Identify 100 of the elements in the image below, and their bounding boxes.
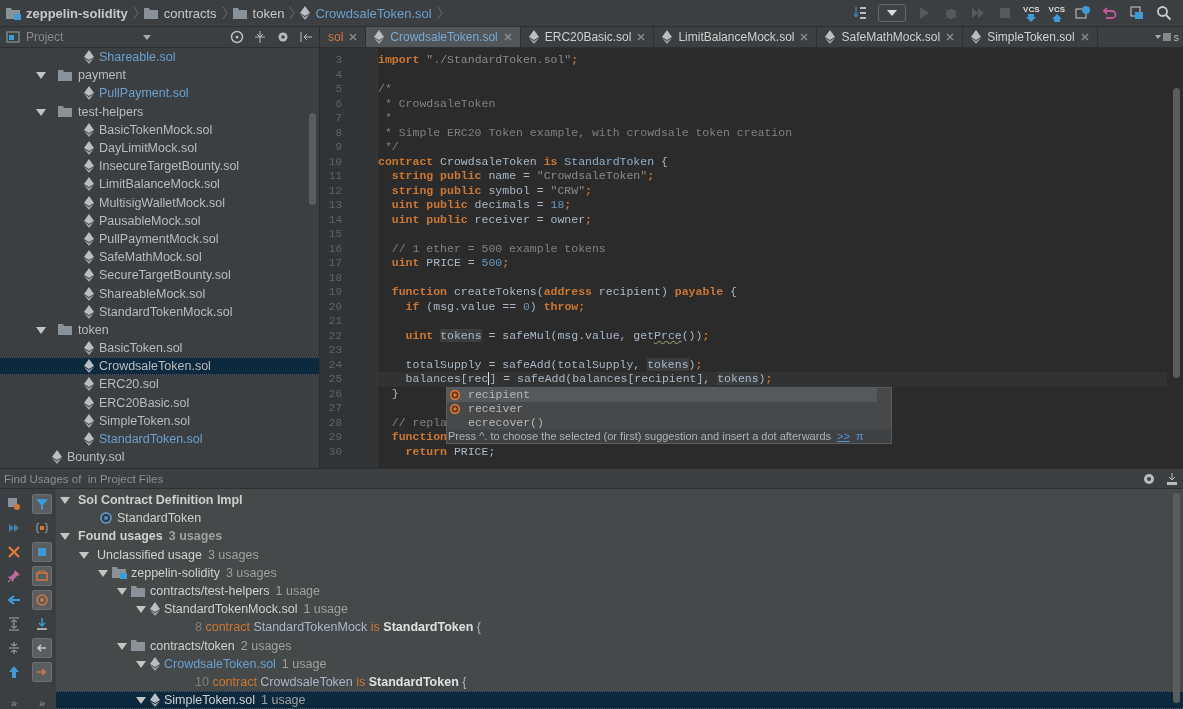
editor-tab[interactable]: LimitBalanceMock.sol: [654, 27, 818, 47]
ethereum-icon: [84, 177, 94, 192]
pi-symbol[interactable]: π: [855, 430, 864, 442]
tree-row[interactable]: ERC20Basic.sol: [0, 393, 319, 412]
more-link[interactable]: >>: [837, 430, 850, 442]
tree-row[interactable]: PullPaymentMock.sol: [0, 229, 319, 249]
breadcrumb[interactable]: contracts: [163, 5, 217, 21]
editor-tab[interactable]: SafeMathMock.sol: [817, 27, 964, 47]
tree-row[interactable]: SimpleToken.sol: [0, 411, 319, 430]
configuration-dropdown[interactable]: [878, 4, 907, 22]
tree-row[interactable]: test-helpers: [0, 102, 319, 121]
tree-row[interactable]: LimitBalanceMock.sol: [0, 175, 319, 194]
settings-icon[interactable]: [1142, 471, 1156, 486]
expand-arrow-icon[interactable]: [36, 70, 46, 81]
breadcrumb[interactable]: token: [252, 5, 285, 21]
up-arrow-icon[interactable]: [6, 664, 22, 680]
breadcrumb[interactable]: zeppelin-solidity: [26, 5, 128, 21]
suggestion[interactable]: ecrecover(): [447, 415, 877, 430]
pin-icon[interactable]: [6, 568, 22, 584]
expand-arrow-icon[interactable]: [98, 567, 108, 578]
tree-row[interactable]: SafeMathMock.sol: [0, 248, 319, 267]
target-icon[interactable]: [230, 30, 244, 44]
file-name: PullPaymentMock.sol: [99, 231, 219, 246]
suggestion[interactable]: receiver: [447, 401, 877, 416]
expand-arrow-icon[interactable]: [117, 640, 127, 651]
close-icon[interactable]: [349, 33, 358, 41]
tree-row[interactable]: StandardToken.sol: [0, 429, 319, 449]
tree-row[interactable]: Shareable.sol: [0, 48, 319, 67]
tree-row[interactable]: DayLimitMock.sol: [0, 138, 319, 158]
usage-row[interactable]: contracts/test-helpers 1 usage: [56, 581, 1183, 601]
vcs-commit-button[interactable]: VCS: [1048, 4, 1065, 22]
tree-row[interactable]: SecureTargetBounty.sol: [0, 266, 319, 285]
usage-row[interactable]: SimpleToken.sol 1 usage: [56, 691, 1183, 709]
scrollbar[interactable]: [309, 113, 316, 205]
expand-arrow-icon[interactable]: [79, 549, 89, 560]
usage-row[interactable]: contracts/token 2 usages: [56, 636, 1183, 655]
close-icon[interactable]: [946, 33, 955, 41]
tree-row[interactable]: BasicToken.sol: [0, 339, 319, 358]
tree-row[interactable]: token: [0, 320, 319, 339]
history-icon[interactable]: [1075, 5, 1091, 21]
collapse-all-icon[interactable]: [6, 640, 22, 656]
close-icon[interactable]: [503, 33, 512, 41]
minimize-icon[interactable]: [1165, 471, 1179, 486]
expand-arrow-icon[interactable]: [117, 586, 127, 597]
usage-row[interactable]: Unclassified usage 3 usages: [56, 545, 1183, 564]
tree-row[interactable]: InsecureTargetBounty.sol: [0, 157, 319, 176]
expand-arrow-icon[interactable]: [60, 495, 70, 506]
usage-row[interactable]: StandardTokenMock.sol 1 usage: [56, 600, 1183, 619]
close-icon[interactable]: [637, 33, 646, 41]
tree-row[interactable]: CrowdsaleToken.sol: [0, 357, 319, 376]
expand-arrow-icon[interactable]: [36, 106, 46, 117]
usage-row[interactable]: 10 contract CrowdsaleToken is StandardToken {: [56, 672, 1183, 692]
collapse-icon[interactable]: [253, 30, 267, 44]
expand-arrow-icon[interactable]: [136, 695, 146, 706]
tree-row[interactable]: PausableMock.sol: [0, 211, 319, 230]
tree-row[interactable]: Bounty.sol: [0, 448, 319, 467]
project-icon: [6, 30, 20, 44]
binary-icon[interactable]: [853, 5, 868, 21]
scrollbar[interactable]: [1173, 493, 1180, 703]
more-button[interactable]: »: [10, 697, 18, 709]
close-icon[interactable]: [1080, 33, 1089, 41]
editor-tab[interactable]: CrowdsaleToken.sol: [366, 27, 521, 47]
search-icon[interactable]: [1156, 5, 1172, 21]
revert-icon[interactable]: [1102, 5, 1118, 21]
usage-label: contracts/test-helpers: [150, 584, 270, 599]
expand-arrow-icon[interactable]: [136, 658, 146, 669]
usage-row[interactable]: CrowdsaleToken.sol 1 usage: [56, 654, 1183, 673]
hide-icon[interactable]: [299, 30, 313, 44]
tab-list-icon[interactable]: [1154, 32, 1171, 42]
vcs-update-button[interactable]: VCS: [1023, 4, 1040, 22]
expand-arrow-icon[interactable]: [136, 604, 146, 615]
structure-icon[interactable]: [1129, 5, 1145, 21]
suggestion[interactable]: recipient: [447, 387, 877, 402]
breadcrumb[interactable]: CrowdsaleToken.sol: [315, 5, 432, 21]
editor-tab[interactable]: ERC20Basic.sol: [520, 27, 655, 47]
more-button[interactable]: »: [38, 697, 46, 709]
rerun-icon[interactable]: [6, 496, 22, 512]
back-arrow-icon[interactable]: [6, 592, 22, 608]
close-icon[interactable]: [800, 33, 809, 41]
tree-row[interactable]: ShareableMock.sol: [0, 284, 319, 303]
tree-row[interactable]: BasicTokenMock.sol: [0, 120, 319, 139]
usage-row[interactable]: Found usages 3 usages: [56, 527, 1183, 546]
file-name: InsecureTargetBounty.sol: [99, 159, 240, 174]
close-icon[interactable]: [6, 544, 22, 560]
editor-tab[interactable]: SimpleToken.sol: [963, 27, 1098, 47]
expand-all-icon[interactable]: [6, 616, 22, 632]
tree-row[interactable]: PullPayment.sol: [0, 84, 319, 103]
usage-row[interactable]: StandardToken: [56, 509, 1183, 528]
tree-row[interactable]: StandardTokenMock.sol: [0, 302, 319, 321]
tree-row[interactable]: payment: [0, 66, 319, 85]
dropdown-arrow-icon[interactable]: [142, 32, 152, 42]
expand-arrow-icon[interactable]: [36, 324, 46, 335]
settings-icon[interactable]: [276, 30, 290, 44]
scrollbar[interactable]: [1173, 88, 1180, 378]
usage-row[interactable]: Sol Contract Definition Impl: [56, 491, 1183, 510]
usage-row[interactable]: 8 contract StandardTokenMock is StandardToken {: [56, 618, 1183, 637]
usage-row[interactable]: zeppelin-solidity 3 usages: [56, 563, 1183, 582]
tree-row[interactable]: ERC20.sol: [0, 375, 319, 394]
expand-arrow-icon[interactable]: [60, 531, 70, 542]
tree-row[interactable]: MultisigWalletMock.sol: [0, 193, 319, 212]
